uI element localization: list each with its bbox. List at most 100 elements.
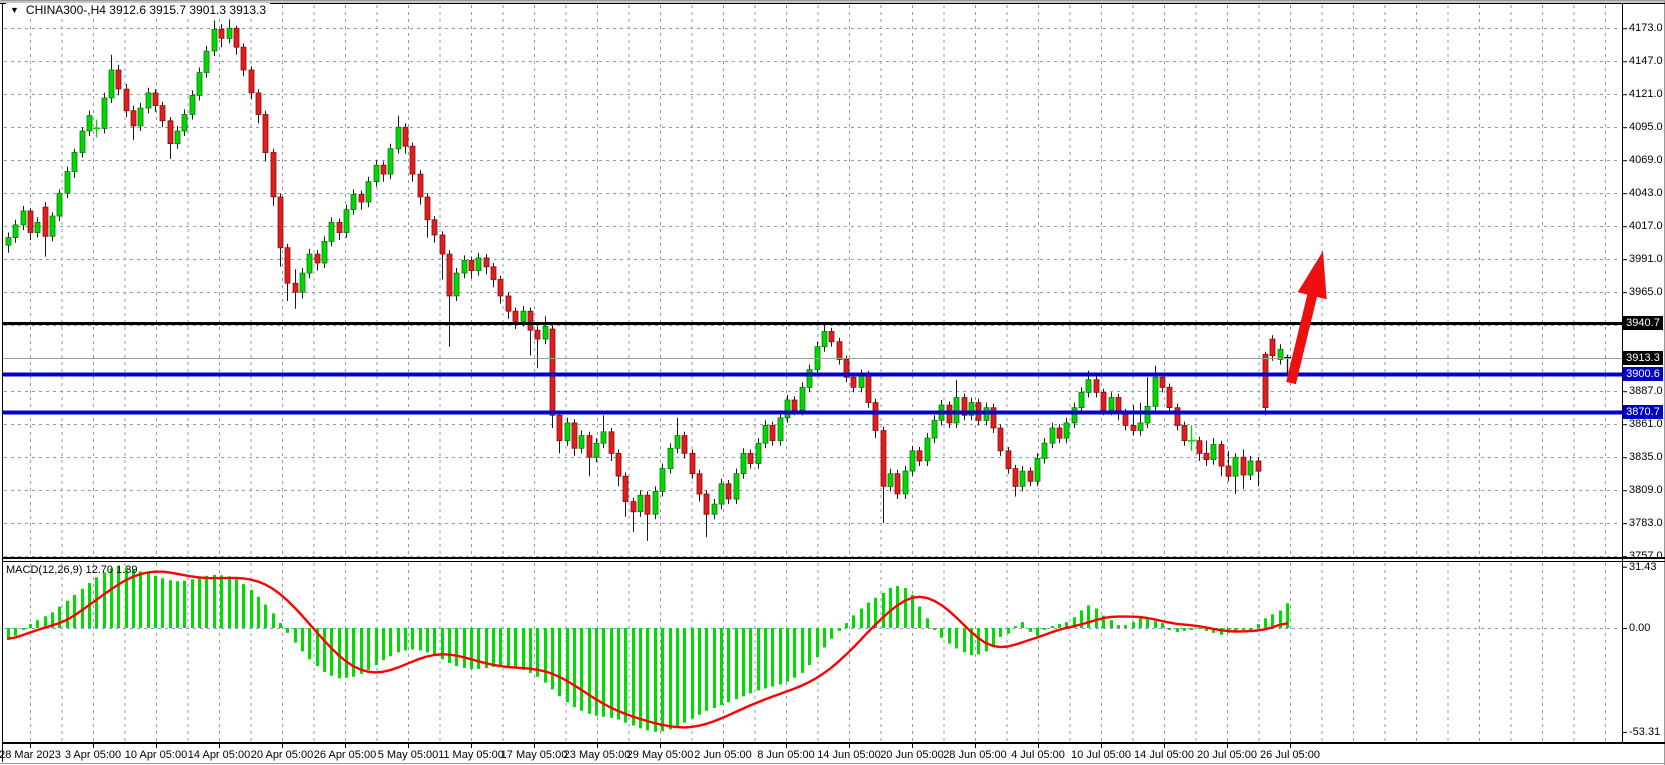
candle-bullish: [366, 182, 371, 202]
candle-bullish: [719, 484, 724, 504]
candle-bullish: [6, 238, 11, 246]
candle-bearish: [998, 428, 1003, 451]
candle-bearish: [241, 47, 246, 70]
candle-bearish: [491, 267, 496, 280]
candle-bearish: [1101, 392, 1106, 410]
candle-bullish: [329, 222, 334, 241]
candle-bullish: [1145, 406, 1150, 423]
candle-bullish: [638, 495, 643, 512]
candle-bearish: [557, 415, 562, 440]
candle-bullish: [579, 436, 584, 449]
candle-bullish: [190, 95, 195, 114]
candle-bullish: [374, 165, 379, 182]
candle-bearish: [153, 93, 158, 106]
candle-bearish: [609, 432, 614, 454]
candle-bullish: [521, 311, 526, 321]
candle-bullish: [601, 432, 606, 443]
candle-bearish: [484, 258, 489, 267]
candle-bullish: [778, 418, 783, 441]
candle-bullish: [1064, 423, 1069, 438]
candle-bearish: [160, 106, 165, 121]
candle-bullish: [1072, 408, 1077, 423]
candle-bearish: [498, 280, 503, 297]
candle-bullish: [1278, 349, 1283, 359]
price-line-badge: 3870.7: [1623, 405, 1663, 419]
candle-bearish: [1226, 466, 1231, 476]
candle-bearish: [219, 29, 224, 38]
candle-bearish: [447, 254, 452, 296]
candle-bearish: [704, 494, 709, 514]
candle-bearish: [829, 332, 834, 342]
candle-bullish: [800, 387, 805, 410]
candle-bearish: [748, 453, 753, 463]
candle-bullish: [87, 116, 92, 131]
candle-bullish: [888, 474, 893, 487]
candle-bullish: [741, 453, 746, 473]
candle-bullish: [1109, 398, 1114, 411]
candle-bearish: [631, 502, 636, 512]
candle-bearish: [116, 70, 121, 89]
price-axis-label: 3887.0: [1629, 385, 1663, 398]
price-line-badge: 3940.7: [1623, 316, 1663, 330]
candle-bearish: [1028, 471, 1033, 481]
candle-bullish: [21, 211, 26, 225]
candle-bullish: [1050, 428, 1055, 443]
price-axis-label: 4147.0: [1629, 55, 1663, 68]
trend-arrow-head[interactable]: [1298, 251, 1327, 299]
candle-bearish: [895, 474, 900, 494]
candle-bearish: [271, 153, 276, 197]
candle-bullish: [13, 225, 18, 238]
candle-bullish: [954, 398, 959, 423]
candle-bullish: [668, 448, 673, 468]
candle-bullish: [807, 370, 812, 388]
candle-bullish: [102, 98, 107, 129]
candle-bearish: [623, 476, 628, 501]
candle-bearish: [506, 296, 511, 311]
candle-bullish: [565, 423, 570, 441]
candle-bearish: [616, 453, 621, 476]
candle-bullish: [543, 326, 548, 339]
symbol-dropdown-icon[interactable]: ▼: [10, 4, 19, 16]
price-axis-label: 4095.0: [1629, 121, 1663, 134]
candle-bullish: [1248, 461, 1253, 475]
price-axis-label: 3991.0: [1629, 253, 1663, 266]
candle-bearish: [1160, 377, 1165, 387]
candle-bullish: [227, 28, 232, 38]
chart-canvas: [0, 0, 1665, 765]
candle-bullish: [712, 504, 717, 514]
candle-bearish: [851, 377, 856, 387]
candle-bearish: [381, 165, 386, 174]
candle-bearish: [285, 248, 290, 284]
candle-bullish: [763, 425, 768, 443]
price-axis-label: 4069.0: [1629, 154, 1663, 167]
candle-bullish: [1233, 457, 1238, 476]
candle-bearish: [1182, 425, 1187, 440]
candle-bullish: [396, 127, 401, 149]
candle-bearish: [469, 260, 474, 270]
candle-bullish: [146, 93, 151, 108]
macd-indicator-label: MACD(12,26,9) 12.70 1.39: [6, 564, 137, 576]
candle-bearish: [432, 220, 437, 235]
candle-bearish: [337, 222, 342, 232]
candle-bullish: [925, 438, 930, 461]
candle-bearish: [278, 197, 283, 248]
candle-bullish: [594, 443, 599, 457]
candle-bullish: [138, 108, 143, 126]
candle-bullish: [785, 400, 790, 418]
candle-bearish: [645, 495, 650, 514]
candle-bearish: [1116, 398, 1121, 413]
candle-bearish: [1263, 354, 1268, 407]
candle-bearish: [873, 403, 878, 431]
candle-bearish: [837, 342, 842, 360]
candle-bullish: [50, 216, 55, 236]
candle-bearish: [1094, 380, 1099, 393]
candle-bullish: [675, 436, 680, 449]
price-axis-label: 3965.0: [1629, 286, 1663, 299]
trend-arrow-shaft[interactable]: [1291, 290, 1314, 383]
candle-bullish: [859, 375, 864, 388]
candle-bullish: [462, 260, 467, 273]
candle-bearish: [535, 330, 540, 339]
candle-bullish: [182, 115, 187, 132]
candle-bearish: [131, 111, 136, 126]
price-line-badge: 3913.3: [1623, 351, 1663, 365]
